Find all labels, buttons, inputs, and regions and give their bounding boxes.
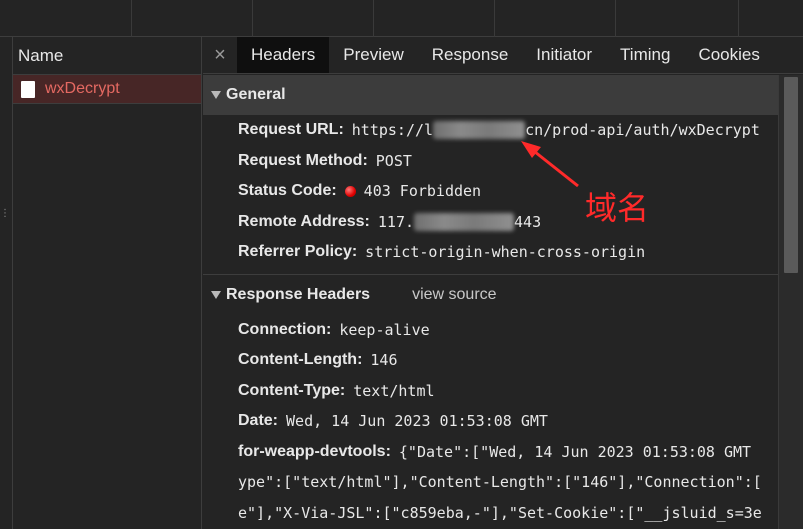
- request-list-panel: Name wxDecrypt: [12, 37, 202, 529]
- status-error-dot-icon: [344, 185, 356, 197]
- column-divider: [373, 0, 374, 37]
- details-tabbar: × Headers Preview Response Initiator Tim…: [203, 37, 803, 74]
- close-icon[interactable]: ×: [203, 37, 237, 73]
- header-value: text/html: [353, 381, 435, 400]
- request-url-row: Request URL: https://l cn/prod-api/auth/…: [203, 115, 778, 146]
- column-divider: [738, 0, 739, 37]
- header-key: Connection:: [238, 320, 332, 338]
- request-url-suffix: cn/prod-api/auth/wxDecrypt: [525, 121, 760, 140]
- wrapped-value-line: e"],"X-Via-JSL":["c859eba,-"],"Set-Cooki…: [238, 503, 762, 522]
- wrapped-value-line: ype":["text/html"],"Content-Length":["14…: [238, 473, 762, 492]
- tab-response[interactable]: Response: [418, 37, 523, 73]
- header-value-continuation: ype":["text/html"],"Content-Length":["14…: [203, 467, 778, 498]
- status-code-label: Status Code:: [238, 182, 337, 200]
- column-divider: [615, 0, 616, 37]
- status-code-value: 403 Forbidden: [363, 182, 482, 201]
- referrer-policy-value: strict-origin-when-cross-origin: [365, 243, 646, 262]
- header-value: 146: [370, 351, 398, 370]
- response-header-row: Connection: keep-alive: [203, 315, 778, 346]
- remote-address-label: Remote Address:: [238, 212, 370, 230]
- resize-grip[interactable]: ⋮: [0, 209, 10, 219]
- response-headers-title: Response Headers: [226, 285, 371, 303]
- column-divider: [131, 0, 132, 37]
- tab-cookies[interactable]: Cookies: [684, 37, 773, 73]
- view-source-link[interactable]: view source: [412, 286, 496, 304]
- top-toolbar-strip: [0, 0, 803, 37]
- general-section-header[interactable]: General: [203, 75, 778, 115]
- header-key: Content-Length:: [238, 351, 363, 369]
- request-url-prefix: https://l: [351, 121, 434, 140]
- referrer-policy-row: Referrer Policy: strict-origin-when-cros…: [203, 237, 778, 268]
- remote-address-prefix: 117.: [377, 212, 415, 231]
- header-value-continuation: e"],"X-Via-JSL":["c859eba,-"],"Set-Cooki…: [203, 498, 778, 529]
- document-icon: [21, 80, 35, 98]
- request-name: wxDecrypt: [45, 80, 120, 97]
- vertical-scrollbar[interactable]: [778, 75, 803, 529]
- annotation-label: 域名: [585, 189, 650, 227]
- header-key: for-weapp-devtools:: [238, 442, 391, 460]
- response-header-row: for-weapp-devtools: {"Date":["Wed, 14 Ju…: [203, 437, 778, 468]
- header-value: keep-alive: [339, 320, 430, 339]
- header-key: Content-Type:: [238, 381, 346, 399]
- request-method-row: Request Method: POST: [203, 146, 778, 177]
- referrer-policy-label: Referrer Policy:: [238, 243, 358, 261]
- response-header-row: Content-Type: text/html: [203, 376, 778, 407]
- triangle-down-icon: [211, 91, 221, 99]
- headers-content: General Request URL: https://l cn/prod-a…: [203, 75, 778, 529]
- general-title: General: [226, 86, 286, 103]
- tab-headers[interactable]: Headers: [237, 37, 330, 73]
- response-headers-section-header[interactable]: Response Headers view source: [203, 275, 778, 315]
- tab-preview[interactable]: Preview: [329, 37, 417, 73]
- response-header-row: Content-Length: 146: [203, 345, 778, 376]
- header-value: Wed, 14 Jun 2023 01:53:08 GMT: [286, 412, 548, 431]
- redacted-blur: [433, 121, 526, 140]
- triangle-down-icon: [211, 290, 221, 299]
- status-code-row: Status Code: 403 Forbidden: [203, 176, 778, 207]
- header-value: {"Date":["Wed, 14 Jun 2023 01:53:08 GMT: [398, 442, 752, 461]
- request-method-value: POST: [375, 151, 412, 170]
- tab-timing[interactable]: Timing: [606, 37, 684, 73]
- request-details-panel: × Headers Preview Response Initiator Tim…: [203, 37, 803, 529]
- request-method-label: Request Method:: [238, 151, 368, 169]
- scrollbar-thumb[interactable]: [784, 77, 798, 273]
- tab-initiator[interactable]: Initiator: [522, 37, 606, 73]
- request-row-wxdecrypt[interactable]: wxDecrypt: [13, 75, 201, 104]
- header-key: Date:: [238, 412, 279, 430]
- redacted-blur: [414, 212, 515, 231]
- column-divider: [252, 0, 253, 37]
- request-url-label: Request URL:: [238, 121, 344, 139]
- column-divider: [494, 0, 495, 37]
- name-column-header[interactable]: Name: [13, 37, 201, 75]
- remote-address-row: Remote Address: 117. 443: [203, 207, 778, 238]
- remote-address-suffix: 443: [514, 212, 542, 231]
- response-header-row: Date: Wed, 14 Jun 2023 01:53:08 GMT: [203, 406, 778, 437]
